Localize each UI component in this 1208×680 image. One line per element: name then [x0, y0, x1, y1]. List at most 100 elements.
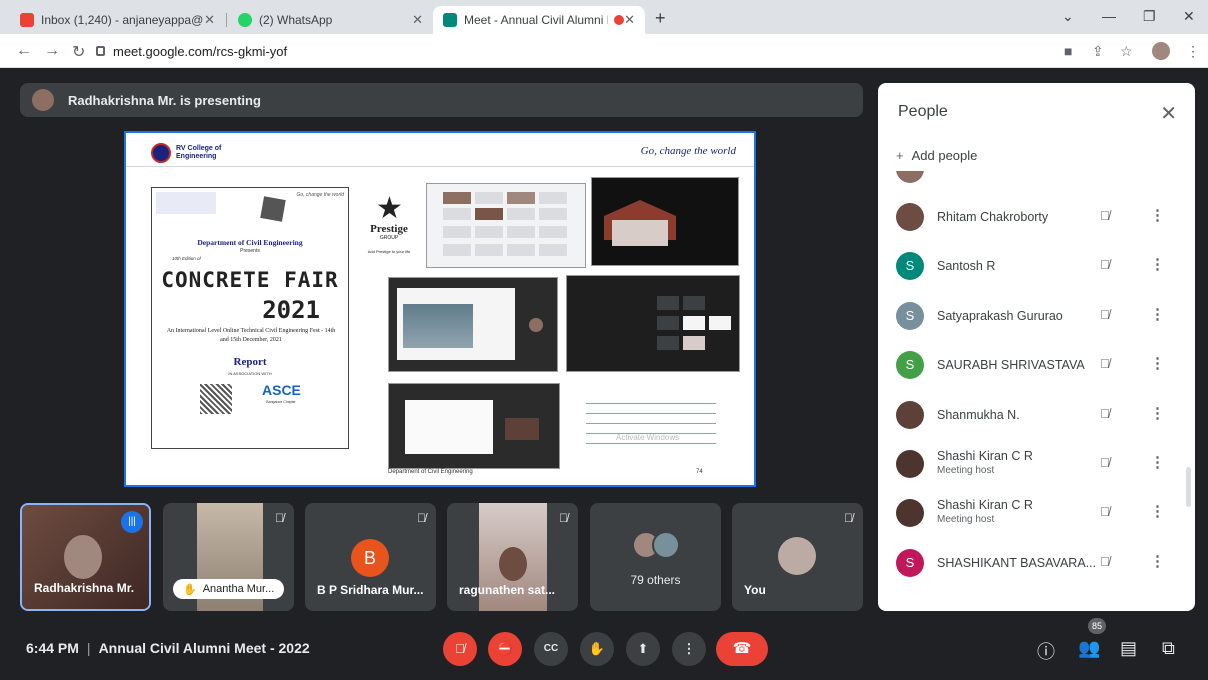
- leave-call-button[interactable]: ☎: [716, 632, 768, 666]
- muted-mic-icon: 🎙̸: [1100, 208, 1110, 223]
- participant-name: Santosh R: [937, 259, 996, 273]
- tile-you[interactable]: 🎙̸ You: [732, 503, 863, 611]
- tab-search-icon[interactable]: ⌄: [1062, 8, 1074, 25]
- participant-row[interactable]: Rhitam Chakroborty 🎙̸ ⋮: [878, 193, 1195, 242]
- close-tab-icon[interactable]: ✕: [204, 12, 215, 28]
- more-options-icon[interactable]: ⋮: [1150, 552, 1165, 570]
- back-icon[interactable]: ←: [16, 42, 32, 60]
- others-count: 79 others: [630, 573, 681, 587]
- participant-avatar: B: [351, 539, 389, 577]
- cover-description: An International Level Online Technical …: [166, 328, 336, 343]
- shared-slide: RV College of Engineering Go, change the…: [124, 131, 756, 487]
- participant-row[interactable]: S SHASHIKANT BASAVARA... 🎙̸ ⋮: [878, 539, 1195, 588]
- participant-avatar: S: [896, 549, 924, 577]
- participant-name: SAURABH SHRIVASTAVA: [937, 358, 1085, 372]
- more-options-icon[interactable]: ⋮: [1150, 502, 1165, 520]
- muted-mic-icon: 🎙̸: [1100, 307, 1110, 322]
- menu-icon[interactable]: ⋮: [1186, 43, 1200, 60]
- mic-toggle-button[interactable]: 🎙̸: [443, 632, 477, 666]
- chat-icon[interactable]: ▤: [1120, 638, 1137, 659]
- tile-radhakrishna[interactable]: ||| Radhakrishna Mr.: [20, 503, 151, 611]
- tab-gmail[interactable]: Inbox (1,240) - anjaneyappa@rvc ✕: [10, 6, 225, 34]
- cover-edition: 10th Edition of: [172, 256, 201, 261]
- more-options-icon[interactable]: ⋮: [1150, 404, 1165, 422]
- more-options-icon[interactable]: ⋮: [1150, 354, 1165, 372]
- house-wall: [612, 220, 668, 246]
- rv-college-logo: [151, 143, 171, 163]
- more-options-button[interactable]: ⋮: [672, 632, 706, 666]
- participant-row[interactable]: Shanmukha N. 🎙̸ ⋮: [878, 391, 1195, 440]
- close-window-button[interactable]: ✕: [1183, 8, 1195, 25]
- close-tab-icon[interactable]: ✕: [624, 12, 635, 28]
- asce-subtitle: Bangalore Chapter: [266, 400, 296, 404]
- meeting-details-icon[interactable]: ⓘ: [1037, 638, 1055, 664]
- participant-avatar: S: [896, 302, 924, 330]
- participant-row[interactable]: S SAURABH SHRIVASTAVA 🎙̸ ⋮: [878, 341, 1195, 390]
- minimize-button[interactable]: —: [1102, 8, 1116, 24]
- star-icon: ★: [376, 192, 403, 225]
- asce-logo: ASCE: [262, 382, 301, 398]
- participant-list: Rhitam Chakroborty 🎙̸ ⋮ S Santosh R 🎙̸ ⋮…: [878, 171, 1195, 611]
- gmail-icon: [20, 13, 34, 27]
- bookmark-star-icon[interactable]: ☆: [1120, 43, 1133, 60]
- prestige-name: Prestige: [370, 223, 408, 235]
- participant-name: SHASHIKANT BASAVARA...: [937, 556, 1097, 570]
- tab-whatsapp[interactable]: (2) WhatsApp ✕: [228, 6, 433, 34]
- tab-label: (2) WhatsApp: [259, 13, 333, 27]
- participant-avatar: [896, 203, 924, 231]
- participant-row[interactable]: Shashi Kiran C R Meeting host 🎙̸ ⋮: [878, 440, 1195, 489]
- participant-name: Shanmukha N.: [937, 408, 1020, 422]
- restore-button[interactable]: ❐: [1143, 8, 1156, 25]
- tile-name: Radhakrishna Mr.: [34, 581, 135, 595]
- camera-toggle-button[interactable]: ⛔: [488, 632, 522, 666]
- presenter-avatar: [32, 89, 54, 111]
- tab-meet[interactable]: Meet - Annual Civil Alumni M ✕: [433, 6, 645, 34]
- lock-icon[interactable]: [96, 46, 105, 56]
- url-field[interactable]: meet.google.com/rcs-gkmi-yof: [113, 44, 287, 59]
- close-icon[interactable]: ✕: [1160, 101, 1177, 126]
- participant-name: Shashi Kiran C R: [937, 498, 1033, 512]
- tile-ragunathen[interactable]: 🎙̸ ragunathen sat...: [447, 503, 578, 611]
- tab-separator: [226, 13, 227, 27]
- participant-row[interactable]: Shashi Kiran C R Meeting host 🎙̸ ⋮: [878, 489, 1195, 538]
- muted-mic-icon: 🎙̸: [1100, 356, 1110, 371]
- profile-avatar[interactable]: [1152, 42, 1170, 60]
- raise-hand-button[interactable]: ✋: [580, 632, 614, 666]
- qr-code: [200, 384, 232, 414]
- more-options-icon[interactable]: ⋮: [1150, 305, 1165, 323]
- participant-row[interactable]: S Satyaprakash Gururao 🎙̸ ⋮: [878, 292, 1195, 341]
- slide-header: RV College of Engineering Go, change the…: [126, 133, 754, 167]
- activities-icon[interactable]: ⧉: [1162, 638, 1175, 659]
- slide-tagline: Go, change the world: [640, 145, 736, 157]
- people-icon[interactable]: 👥: [1078, 638, 1100, 659]
- muted-mic-icon: 🎙̸: [1100, 455, 1110, 470]
- people-panel: People ✕ + Add people Rhitam Chakroborty …: [878, 83, 1195, 611]
- prestige-logo: ★ Prestige GROUP Add Prestige to your li…: [362, 187, 416, 257]
- camera-icon[interactable]: ■: [1064, 43, 1072, 59]
- tile-name: ragunathen sat...: [459, 583, 556, 597]
- meeting-info: 6:44 PM | Annual Civil Alumni Meet - 2022: [26, 640, 310, 656]
- forward-icon[interactable]: →: [44, 42, 60, 60]
- more-options-icon[interactable]: ⋮: [1150, 206, 1165, 224]
- captions-button[interactable]: CC: [534, 632, 568, 666]
- college-name: RV College of Engineering: [176, 145, 222, 160]
- close-tab-icon[interactable]: ✕: [412, 12, 423, 28]
- more-options-icon[interactable]: ⋮: [1150, 255, 1165, 273]
- new-tab-button[interactable]: +: [655, 8, 666, 29]
- cover-logo-block: [156, 192, 216, 214]
- share-icon[interactable]: ⇪: [1092, 43, 1104, 60]
- reload-icon[interactable]: ↻: [72, 42, 85, 62]
- add-person-icon: +: [896, 148, 904, 163]
- participant-avatar: [896, 450, 924, 478]
- present-button[interactable]: ⬆: [626, 632, 660, 666]
- tile-others[interactable]: 79 others: [590, 503, 721, 611]
- scrollbar[interactable]: [1186, 467, 1191, 507]
- muted-mic-icon: 🎙̸: [417, 511, 426, 525]
- participant-row-partial: [878, 171, 1195, 183]
- tile-anantha[interactable]: 🎙̸ ✋ Anantha Mur...: [163, 503, 294, 611]
- meet-stage: Radhakrishna Mr. is presenting RV Colleg…: [0, 68, 1208, 680]
- tile-bp-sridhara[interactable]: 🎙̸ B B P Sridhara Mur...: [305, 503, 436, 611]
- more-options-icon[interactable]: ⋮: [1150, 453, 1165, 471]
- participant-row[interactable]: S Santosh R 🎙̸ ⋮: [878, 242, 1195, 291]
- add-people-button[interactable]: + Add people: [896, 148, 977, 163]
